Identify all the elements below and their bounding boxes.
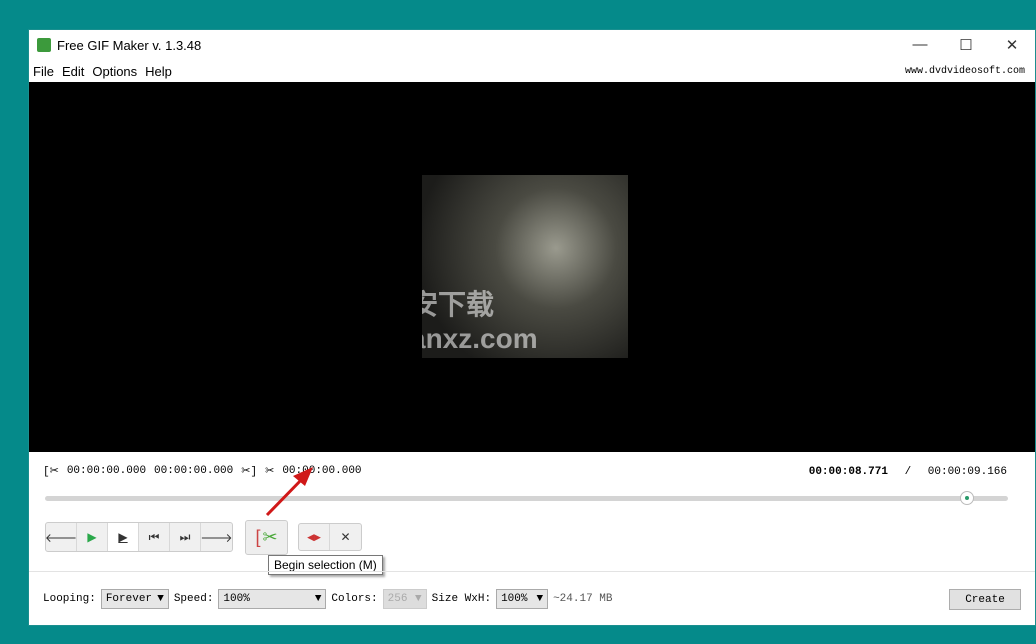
menu-file[interactable]: File xyxy=(29,64,58,79)
close-button[interactable]: ✕ xyxy=(989,36,1035,54)
size-label: Size WxH: xyxy=(431,593,492,605)
app-icon xyxy=(37,38,51,52)
looping-label: Looping: xyxy=(43,593,96,605)
clear-selection-button[interactable]: ✕ xyxy=(330,524,361,550)
current-time: 00:00:08.771 xyxy=(808,466,888,478)
selection-end-time: 00:00:00.000 xyxy=(154,465,234,477)
website-link[interactable]: www.dvdvideosoft.com xyxy=(901,66,1029,77)
menu-help[interactable]: Help xyxy=(141,64,176,79)
playback-controls: 🡐 ▶ ▶ ⏮ ⏭ 🡒 xyxy=(45,522,233,552)
video-frame: 安下载 anxz.com xyxy=(422,175,628,358)
total-time: 00:00:09.166 xyxy=(927,466,1007,478)
minimize-button[interactable]: — xyxy=(897,36,943,54)
speed-select[interactable]: 100% ▼ xyxy=(218,589,327,609)
go-end-button[interactable]: ⏭ xyxy=(170,523,201,551)
colors-label: Colors: xyxy=(331,593,378,605)
watermark: 安下载 anxz.com xyxy=(422,289,538,354)
begin-selection-button[interactable]: [✂ xyxy=(245,520,288,555)
divider xyxy=(29,571,1035,572)
selection-end-icon: ✂] xyxy=(241,466,258,478)
window-title: Free GIF Maker v. 1.3.48 xyxy=(57,37,202,53)
seek-handle[interactable] xyxy=(959,491,974,505)
app-window: Free GIF Maker v. 1.3.48 — ☐ ✕ File Edit… xyxy=(28,29,1036,626)
selection-duration: 00:00:00.000 xyxy=(282,465,362,477)
video-preview: 安下载 anxz.com xyxy=(29,82,1035,452)
title-bar: Free GIF Maker v. 1.3.48 — ☐ ✕ xyxy=(29,30,1035,60)
time-separator: / xyxy=(904,466,912,478)
seek-slider[interactable] xyxy=(45,491,1008,505)
next-frame-button[interactable]: 🡒 xyxy=(200,523,232,551)
play-selection-button[interactable]: ▶ xyxy=(108,523,139,551)
selection-duration-icon: ✂ xyxy=(265,466,275,478)
estimated-size: ~24.17 MB xyxy=(553,593,613,605)
size-select[interactable]: 100% ▼ xyxy=(496,589,549,609)
looping-select[interactable]: Forever ▼ xyxy=(100,589,169,609)
selection-start-icon: [✂ xyxy=(43,466,59,478)
tooltip: Begin selection (M) xyxy=(268,555,383,575)
prev-frame-button[interactable]: 🡐 xyxy=(45,523,77,551)
maximize-button[interactable]: ☐ xyxy=(943,36,989,54)
menu-edit[interactable]: Edit xyxy=(58,64,88,79)
create-button[interactable]: Create xyxy=(949,589,1021,610)
colors-select[interactable]: 256 ▼ xyxy=(382,589,427,609)
output-settings: Looping: Forever ▼ Speed: 100% ▼ Colors: 2… xyxy=(43,589,612,609)
menu-options[interactable]: Options xyxy=(88,64,141,79)
speed-label: Speed: xyxy=(173,593,214,605)
play-button[interactable]: ▶ xyxy=(77,523,108,551)
selection-controls: ◀▶ ✕ xyxy=(298,523,362,551)
selection-start-time: 00:00:00.000 xyxy=(66,465,147,477)
time-display: 00:00:08.771 / 00:00:09.166 xyxy=(809,466,1007,478)
scissors-icon: ✂ xyxy=(262,527,278,547)
menu-bar: File Edit Options Help www.dvdvideosoft.… xyxy=(29,60,1035,82)
move-selection-button[interactable]: ◀▶ xyxy=(299,524,330,550)
go-start-button[interactable]: ⏮ xyxy=(139,523,170,551)
